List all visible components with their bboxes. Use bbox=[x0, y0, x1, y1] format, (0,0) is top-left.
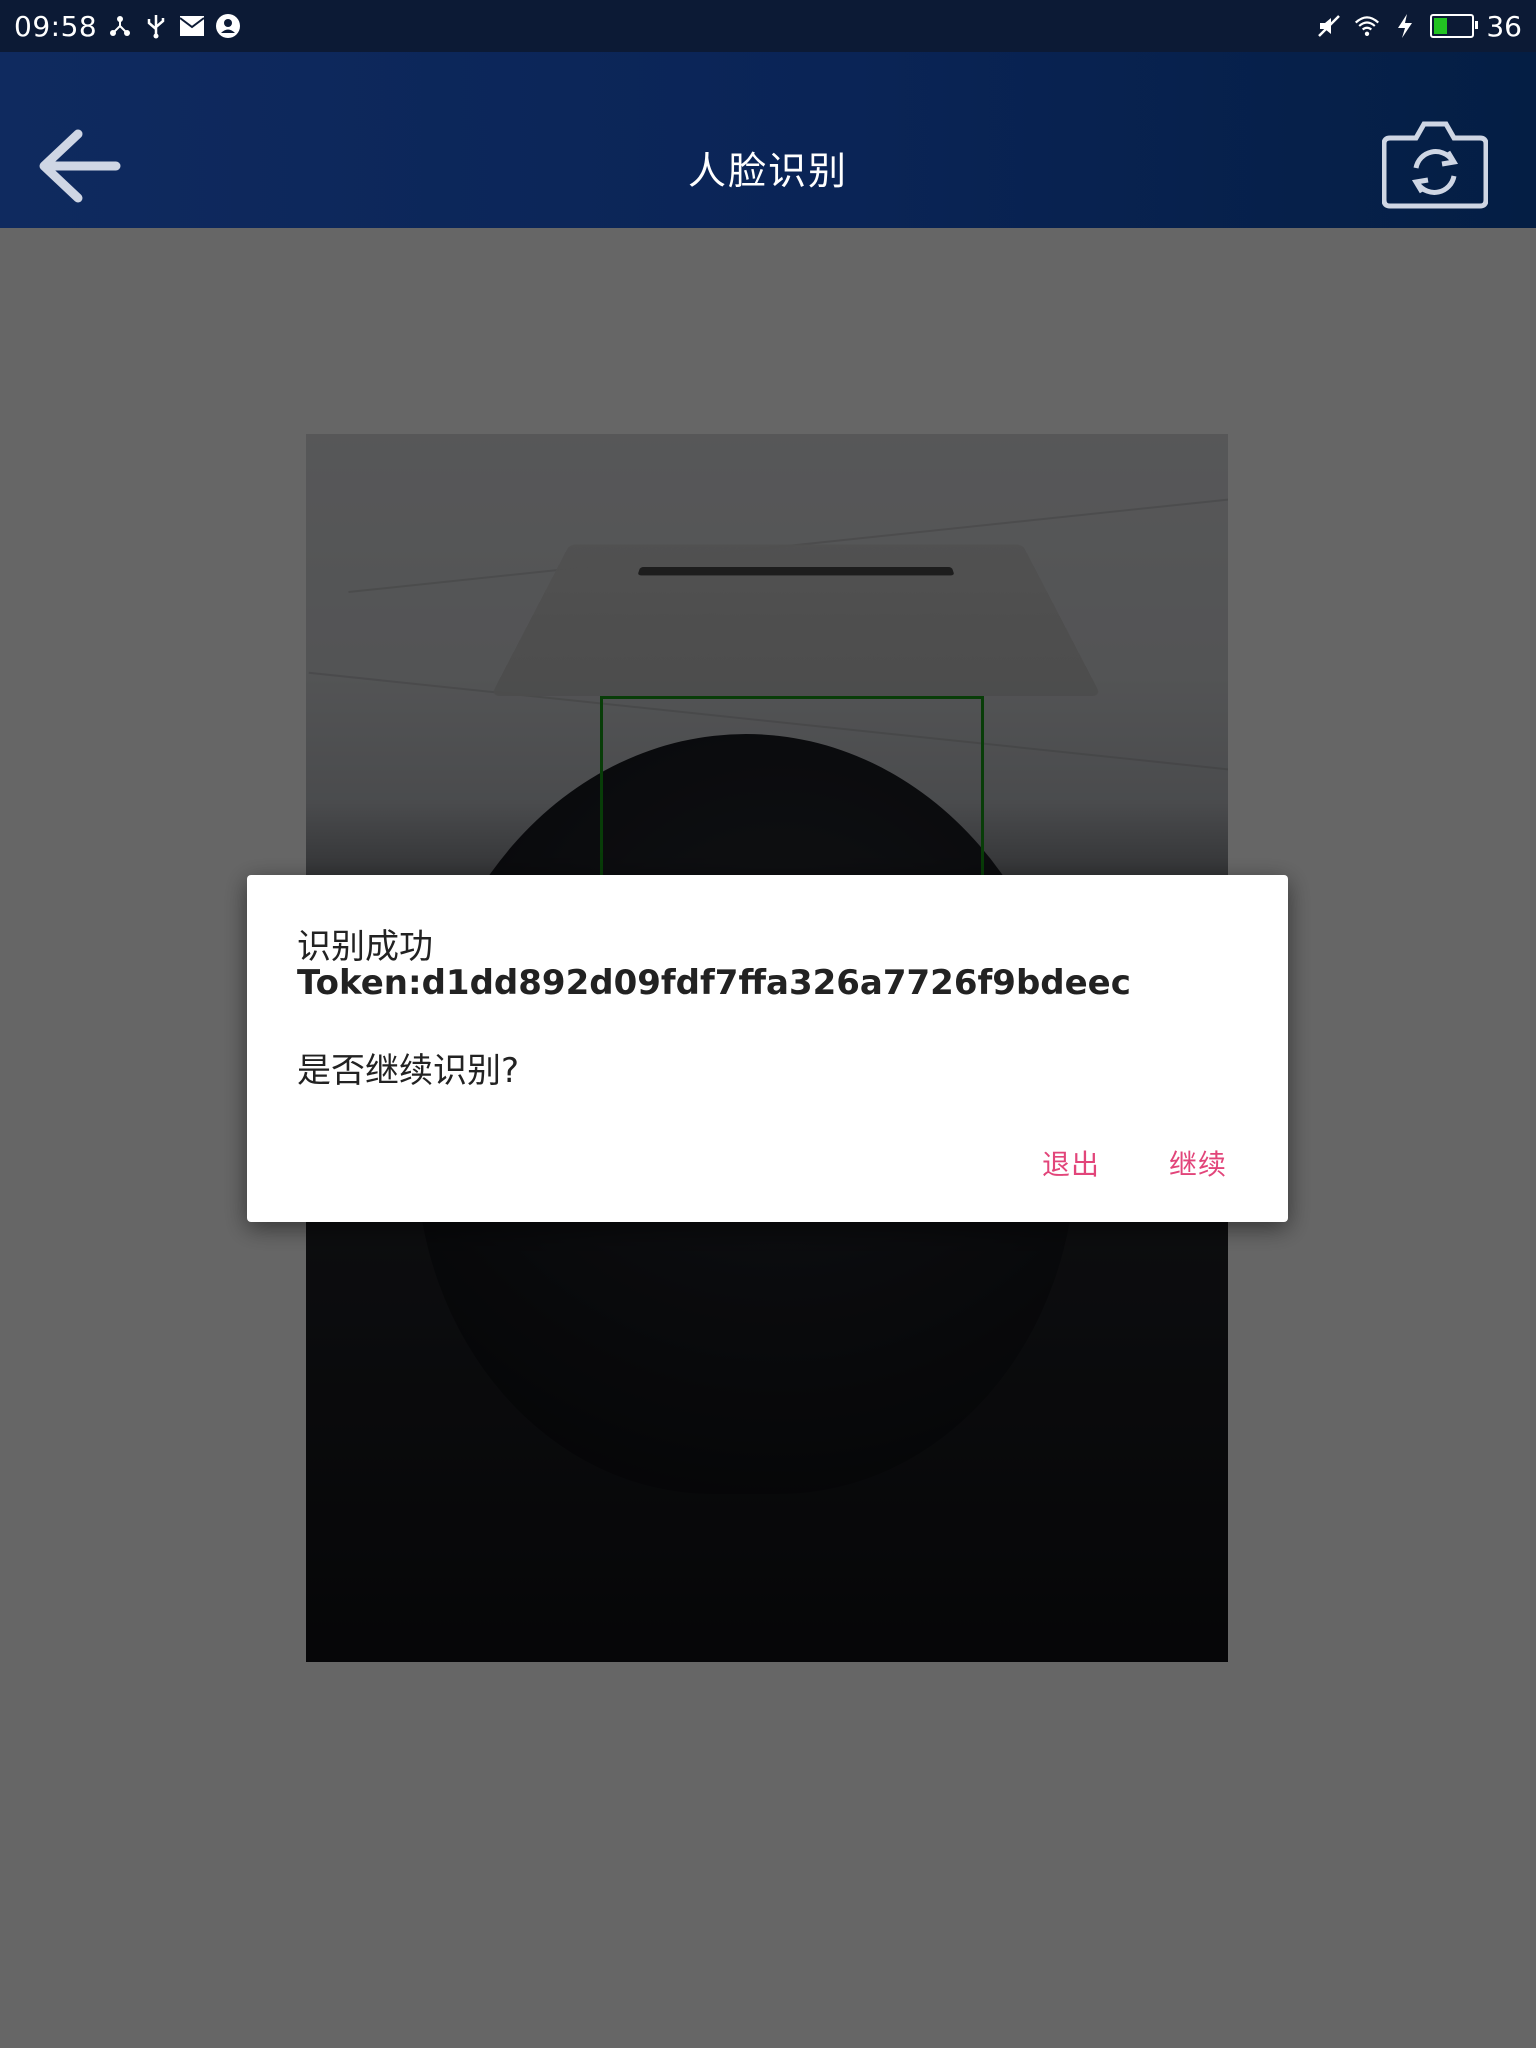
usb-icon bbox=[143, 13, 169, 39]
status-time: 09:58 bbox=[14, 9, 98, 43]
dialog-status-text: 识别成功 bbox=[297, 927, 433, 967]
switch-camera-button[interactable] bbox=[1381, 116, 1489, 212]
dialog-question-text: 是否继续识别? bbox=[297, 1051, 520, 1091]
exit-button[interactable]: 退出 bbox=[1042, 1143, 1100, 1183]
network-share-icon bbox=[107, 13, 133, 39]
status-left: 09:58 bbox=[0, 10, 241, 43]
wifi-icon bbox=[1354, 13, 1380, 39]
battery-level: 36 bbox=[1486, 9, 1522, 43]
status-bar: 09:58 36 bbox=[0, 0, 1536, 52]
charging-icon bbox=[1392, 13, 1418, 39]
camera-switch-icon bbox=[1381, 121, 1489, 209]
app-bar: 人脸识别 bbox=[0, 52, 1536, 228]
continue-button[interactable]: 继续 bbox=[1169, 1143, 1227, 1183]
battery-fill bbox=[1434, 18, 1448, 34]
mute-icon bbox=[1316, 13, 1342, 39]
battery-icon bbox=[1430, 14, 1479, 38]
status-right: 36 bbox=[1316, 10, 1536, 43]
page-title: 人脸识别 bbox=[687, 149, 848, 193]
recognition-dialog: 识别成功 Token:d1dd892d09fdf7ffa326a7726f9bd… bbox=[247, 875, 1288, 1222]
mail-icon bbox=[179, 13, 205, 39]
account-icon bbox=[215, 13, 241, 39]
dialog-token-text: Token:d1dd892d09fdf7ffa326a7726f9bdeec bbox=[297, 963, 1131, 1003]
